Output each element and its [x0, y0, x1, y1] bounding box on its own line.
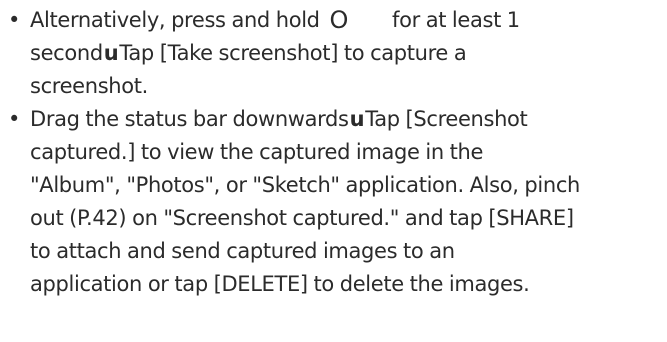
- step-arrow-icon: u: [103, 41, 119, 65]
- text-line: to attach and send captured images to an: [30, 239, 455, 263]
- instruction-text: screenshot.: [30, 74, 148, 98]
- text-line: screenshot.: [30, 70, 667, 103]
- power-key-icon: O: [329, 6, 349, 34]
- document-page: • Alternatively, press and hold Ofor at …: [0, 0, 667, 301]
- text-line: out (P.42) on "Screenshot captured." and…: [30, 206, 574, 230]
- instruction-text: Drag the status bar downwards: [30, 107, 349, 131]
- instruction-text: Tap [Take screenshot] to capture a: [119, 41, 467, 65]
- text-line: Alternatively, press and hold Ofor at le…: [30, 4, 667, 37]
- instruction-text: Alternatively, press and hold: [30, 8, 320, 32]
- instruction-list: • Alternatively, press and hold Ofor at …: [0, 4, 667, 301]
- text-line: seconduTap [Take screenshot] to capture …: [30, 37, 667, 70]
- bullet-icon: •: [8, 107, 21, 131]
- instruction-text: second: [30, 41, 103, 65]
- text-line: Drag the status bar downwardsuTap [Scree…: [30, 103, 667, 136]
- instruction-item-hold-power: • Alternatively, press and hold Ofor at …: [0, 4, 667, 103]
- text-line: "Album", "Photos", or "Sketch" applicati…: [30, 173, 580, 197]
- instruction-text: Tap [Screenshot: [365, 107, 528, 131]
- text-line: application or tap [DELETE] to delete th…: [30, 272, 530, 296]
- instruction-text: for at least 1: [392, 8, 520, 32]
- bullet-icon: •: [8, 8, 21, 32]
- step-arrow-icon: u: [349, 107, 365, 131]
- instruction-item-status-bar: • Drag the status bar downwardsuTap [Scr…: [0, 103, 667, 301]
- text-line: captured.] to view the captured image in…: [30, 140, 484, 164]
